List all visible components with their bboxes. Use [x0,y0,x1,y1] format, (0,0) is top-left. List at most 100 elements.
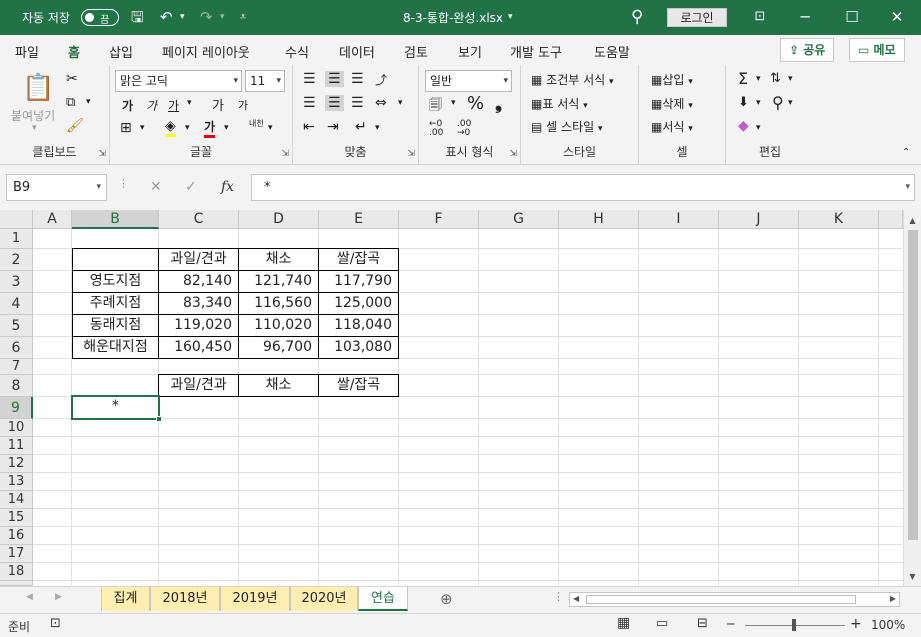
row-header[interactable]: 7 [0,359,33,375]
search-icon[interactable]: ⚲ [631,7,643,27]
table-cell[interactable]: 125,000 [318,292,399,315]
table-header-cell[interactable]: 과일/견과 [158,248,239,271]
tab-page-layout[interactable]: 페이지 레이아웃 [162,42,250,61]
cut-icon[interactable]: ✂ [66,71,78,87]
delete-cells-button[interactable]: ▦삭제 ▾ [651,95,693,112]
row-header[interactable]: 14 [0,491,33,509]
autosum-icon[interactable]: Σ [738,69,748,88]
table-cell[interactable]: 117,790 [318,270,399,293]
format-painter-icon[interactable]: 🖌 [66,118,84,134]
column-header-g[interactable]: G [479,210,559,229]
clear-icon[interactable]: ◆ [738,118,749,134]
number-launcher-icon[interactable]: ⇲ [509,149,517,159]
sheet-tab[interactable]: 2018년 [150,587,220,611]
row-label-cell[interactable]: 동래지점 [72,314,159,337]
table-cell[interactable]: 110,020 [238,314,319,337]
summary-header-cell[interactable]: 쌀/잡곡 [318,374,399,397]
share-button[interactable]: ⇪ 공유 [780,38,835,62]
vertical-scrollbar[interactable]: ▲ ▼ [903,210,921,586]
column-header-d[interactable]: D [239,210,319,229]
table-header-cell[interactable]: 채소 [238,248,319,271]
column-header-e[interactable]: E [319,210,399,229]
table-cell[interactable]: 96,700 [238,336,319,359]
find-select-icon[interactable]: ⚲ [772,93,784,112]
copy-dropdown-icon[interactable]: ▾ [86,97,91,107]
align-center-icon[interactable]: ☰ [325,95,344,111]
enter-icon[interactable]: ✓ [185,179,197,195]
column-header-h[interactable]: H [559,210,639,229]
clear-dropdown-icon[interactable]: ▾ [756,123,761,133]
autosave-toggle[interactable]: 끔 [81,9,119,26]
column-header-i[interactable]: I [639,210,719,229]
align-top-icon[interactable]: ☰ [303,71,316,87]
underline-button[interactable]: 가 [168,97,179,114]
name-box[interactable]: B9 ▾ [6,174,107,201]
sheet-tab[interactable]: 2020년 [290,587,358,611]
comma-style-icon[interactable]: ❟ [495,93,502,114]
table-header-cell[interactable]: 쌀/잡곡 [318,248,399,271]
horizontal-scrollbar[interactable]: ◀ ▶ [569,592,900,607]
customize-toolbar-icon[interactable]: ⩡ [240,7,246,27]
underline-dropdown-icon[interactable]: ▾ [187,98,192,108]
save-icon[interactable]: 🖫 [131,7,144,27]
decrease-decimal-icon[interactable]: .00 →0 [457,120,471,138]
row-header[interactable]: 16 [0,527,33,545]
tab-help[interactable]: 도움말 [594,42,630,61]
phonetic-dropdown-icon[interactable]: ▾ [268,123,273,133]
sort-filter-icon[interactable]: ⇅ [770,71,781,86]
tab-formulas[interactable]: 수식 [285,42,309,61]
accounting-format-icon[interactable]: 🗐 [429,96,442,118]
row-header[interactable]: 2 [0,249,33,271]
increase-decimal-icon[interactable]: ←0.00 [429,120,443,138]
summary-header-cell[interactable]: 과일/견과 [158,374,239,397]
find-dropdown-icon[interactable]: ▾ [788,98,793,108]
paste-icon[interactable]: 📋 [22,73,54,103]
zoom-in-icon[interactable]: + [850,616,862,632]
minimize-icon[interactable]: ─ [790,6,820,28]
scroll-right-icon[interactable]: ▶ [890,594,896,603]
merge-center-icon[interactable]: ⇔ [375,95,387,111]
horizontal-scroll-thumb[interactable] [586,595,856,604]
alignment-launcher-icon[interactable]: ⇲ [407,149,415,159]
font-size-dropdown[interactable]: 11 ▾ [245,70,285,92]
sheet-tab[interactable]: 2019년 [220,587,290,611]
ribbon-display-icon[interactable]: ⊡ [745,6,775,28]
undo-dropdown-icon[interactable]: ▾ [180,7,185,27]
column-header-b[interactable]: B [72,210,159,229]
table-cell[interactable]: 160,450 [158,336,239,359]
phonetic-button[interactable]: 내천 [249,120,265,128]
fill-icon[interactable]: ⬇ [738,95,749,110]
tab-insert[interactable]: 삽입 [109,42,133,61]
insert-cells-button[interactable]: ▦삽입 ▾ [651,71,693,88]
login-button[interactable]: 로그인 [667,8,727,27]
fill-color-dropdown-icon[interactable]: ▾ [185,123,190,133]
next-sheet-icon[interactable]: ▶ [55,592,62,602]
merge-dropdown-icon[interactable]: ▾ [398,98,403,108]
worksheet-grid[interactable]: A B C D E F G H I J K 1 2 3 4 5 6 7 8 9 … [0,210,903,586]
summary-header-cell[interactable]: 채소 [238,374,319,397]
redo-dropdown-icon[interactable]: ▾ [220,7,225,27]
shrink-font-button[interactable]: 가 [238,97,248,113]
expand-formula-icon[interactable]: ▾ [905,175,910,200]
align-middle-icon[interactable]: ☰ [325,71,344,87]
row-label-cell[interactable]: 영도지점 [72,270,159,293]
more-icon[interactable]: ⋮ [553,590,564,603]
close-icon[interactable]: ✕ [882,6,912,28]
row-header[interactable]: 1 [0,229,33,249]
row-header[interactable]: 10 [0,419,33,437]
row-header[interactable]: 18 [0,563,33,581]
normal-view-icon[interactable]: ▦ [617,615,630,631]
memo-button[interactable]: ▭ 메모 [849,38,905,62]
paste-label[interactable]: 붙여넣기 [11,107,55,124]
tab-review[interactable]: 검토 [404,42,428,61]
sort-filter-dropdown-icon[interactable]: ▾ [788,74,793,84]
column-header-next[interactable] [879,210,903,229]
row-header[interactable]: 13 [0,473,33,491]
tab-data[interactable]: 데이터 [339,42,375,61]
fill-dropdown-icon[interactable]: ▾ [756,98,761,108]
page-break-view-icon[interactable]: ⊟ [697,616,708,631]
table-cell[interactable]: 121,740 [238,270,319,293]
select-all-corner[interactable] [0,210,33,229]
increase-indent-icon[interactable]: ⇥ [327,119,339,135]
scroll-left-icon[interactable]: ◀ [573,594,579,603]
